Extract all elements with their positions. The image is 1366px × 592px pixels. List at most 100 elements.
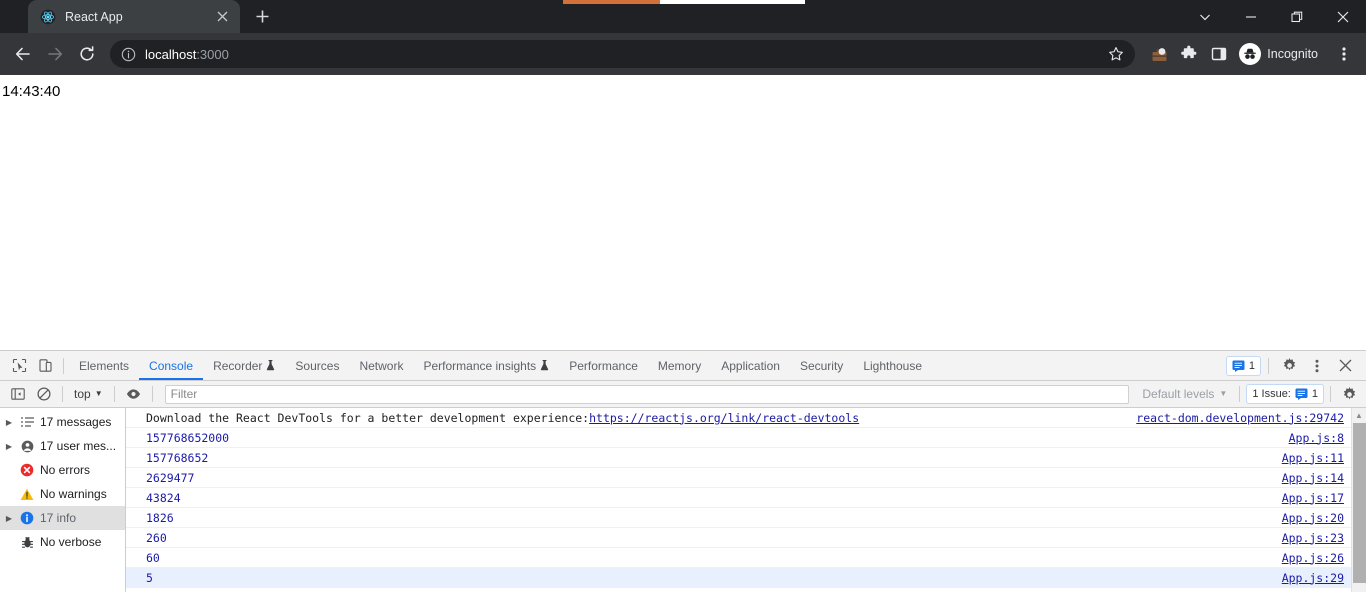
- tab-recorder[interactable]: Recorder: [203, 351, 285, 380]
- scrollbar-thumb[interactable]: [1353, 423, 1366, 583]
- address-bar[interactable]: localhost:3000: [110, 40, 1136, 68]
- tab-network-label: Network: [359, 358, 404, 373]
- address-bar-text: localhost:3000: [145, 47, 229, 62]
- close-glyph: [1337, 11, 1349, 22]
- sidebar-toggle-glyph: [10, 388, 25, 400]
- console-context-selector[interactable]: top ▼: [69, 384, 108, 405]
- back-button[interactable]: [8, 39, 38, 69]
- side-panel-icon[interactable]: [1205, 40, 1233, 68]
- sidebar-item-info[interactable]: ▶ 17 info: [0, 506, 125, 530]
- scrollbar-up-arrow-icon[interactable]: ▲: [1352, 408, 1366, 423]
- sidebar-item-messages-label: 17 messages: [40, 415, 112, 429]
- console-message-row[interactable]: 1826 App.js:20: [126, 508, 1366, 528]
- issues-text: 1 Issue:: [1252, 388, 1291, 400]
- console-message-row[interactable]: 157768652000 App.js:8: [126, 428, 1366, 448]
- device-toolbar-icon[interactable]: [32, 354, 58, 378]
- tab-performance-insights[interactable]: Performance insights: [413, 351, 559, 380]
- page-progress-fill: [563, 0, 660, 4]
- issues-count-top: 1: [1248, 359, 1255, 372]
- tab-close-icon[interactable]: [213, 8, 231, 26]
- issues-badge-filterbar[interactable]: 1 Issue: 1: [1246, 384, 1324, 404]
- tab-console[interactable]: Console: [139, 351, 203, 380]
- tab-security[interactable]: Security: [790, 351, 853, 380]
- devtools-settings-gear-icon[interactable]: [1276, 354, 1302, 378]
- toolbar-divider: [113, 386, 115, 402]
- console-message-row[interactable]: 60 App.js:26: [126, 548, 1366, 568]
- clear-console-icon[interactable]: [31, 383, 56, 405]
- puzzle-piece-glyph: [1181, 45, 1197, 59]
- inspect-element-icon[interactable]: [6, 354, 32, 378]
- site-info-icon[interactable]: [121, 47, 136, 62]
- tab-network[interactable]: Network: [349, 351, 413, 380]
- forward-arrow-icon: [48, 47, 63, 61]
- console-filter-input[interactable]: [164, 384, 1130, 404]
- console-body: ▶ 17 messages ▶ 17 user mes... No errors…: [0, 408, 1366, 592]
- console-scrollbar[interactable]: ▲: [1351, 408, 1366, 592]
- issues-count-filterbar: 1: [1311, 388, 1318, 400]
- expand-arrow-icon[interactable]: ▶: [4, 442, 14, 451]
- tab-lighthouse[interactable]: Lighthouse: [853, 351, 932, 380]
- list-glyph: [20, 416, 34, 427]
- browser-tab-react-app[interactable]: React App: [28, 0, 240, 33]
- error-icon: [19, 462, 35, 478]
- sidebar-item-errors[interactable]: No errors: [0, 458, 125, 482]
- console-message-row[interactable]: 157768652 App.js:11: [126, 448, 1366, 468]
- tab-elements[interactable]: Elements: [69, 351, 139, 380]
- device-glyph: [38, 359, 52, 372]
- bookmark-star-icon[interactable]: [1105, 43, 1127, 65]
- forward-button[interactable]: [40, 39, 70, 69]
- console-message-row[interactable]: 43824 App.js:17: [126, 488, 1366, 508]
- list-icon: [19, 414, 35, 430]
- tab-memory[interactable]: Memory: [648, 351, 711, 380]
- sidebar-item-verbose[interactable]: No verbose: [0, 530, 125, 554]
- tab-performance[interactable]: Performance: [559, 351, 648, 380]
- back-arrow-icon: [15, 47, 30, 61]
- incognito-indicator[interactable]: Incognito: [1235, 40, 1328, 68]
- tab-security-label: Security: [799, 358, 844, 373]
- chevron-down-glyph: [1200, 14, 1210, 20]
- sidebar-item-user-messages[interactable]: ▶ 17 user mes...: [0, 434, 125, 458]
- console-log-levels-selector[interactable]: Default levels ▼: [1136, 384, 1233, 405]
- reload-button[interactable]: [72, 39, 102, 69]
- console-message-text: 60: [146, 550, 160, 565]
- gear-glyph: [1283, 358, 1295, 371]
- devtools-tabbar-right: 1: [1225, 354, 1362, 378]
- profile-icon[interactable]: [1145, 40, 1173, 68]
- url-host: localhost: [145, 46, 197, 62]
- minimize-glyph: [1246, 15, 1256, 18]
- maximize-icon[interactable]: [1274, 0, 1320, 33]
- react-logo-icon: [40, 9, 56, 24]
- live-expression-eye-icon[interactable]: [121, 383, 146, 405]
- browser-menu-icon[interactable]: [1330, 40, 1358, 68]
- console-message-list[interactable]: Download the React DevTools for a better…: [126, 408, 1366, 592]
- toolbar-divider: [1268, 357, 1269, 374]
- console-message-row[interactable]: 5 App.js:29: [126, 568, 1366, 588]
- console-message-row[interactable]: 2629477 App.js:14: [126, 468, 1366, 488]
- console-sidebar-toggle-icon[interactable]: [5, 383, 30, 405]
- warning-icon: [19, 486, 35, 502]
- react-devtools-link[interactable]: https://reactjs.org/link/react-devtools: [589, 411, 859, 425]
- console-message-row[interactable]: 260 App.js:23: [126, 528, 1366, 548]
- sidebar-item-warnings[interactable]: No warnings: [0, 482, 125, 506]
- window-close-icon[interactable]: [1320, 0, 1366, 33]
- sidebar-item-messages[interactable]: ▶ 17 messages: [0, 410, 125, 434]
- tab-performance-insights-label: Performance insights: [423, 358, 537, 373]
- expand-arrow-icon[interactable]: ▶: [4, 418, 14, 427]
- page-clock-text: 14:43:40: [2, 83, 61, 100]
- console-message-row[interactable]: Download the React DevTools for a better…: [126, 408, 1366, 428]
- issues-badge-top[interactable]: 1: [1225, 355, 1261, 376]
- tab-application[interactable]: Application: [711, 351, 790, 380]
- console-settings-gear-icon[interactable]: [1337, 383, 1362, 405]
- tab-search-icon[interactable]: [1182, 0, 1228, 33]
- error-glyph: [20, 463, 34, 477]
- new-tab-button[interactable]: [248, 2, 276, 30]
- extensions-icon[interactable]: [1175, 40, 1203, 68]
- tab-sources[interactable]: Sources: [285, 351, 349, 380]
- console-message-source[interactable]: react-dom.development.js:29742: [1136, 411, 1366, 425]
- maximize-glyph: [1291, 11, 1303, 22]
- devtools-more-menu-icon[interactable]: [1304, 354, 1330, 378]
- devtools-close-icon[interactable]: [1332, 354, 1358, 378]
- info-icon: [19, 510, 35, 526]
- expand-arrow-icon[interactable]: ▶: [4, 514, 14, 523]
- minimize-icon[interactable]: [1228, 0, 1274, 33]
